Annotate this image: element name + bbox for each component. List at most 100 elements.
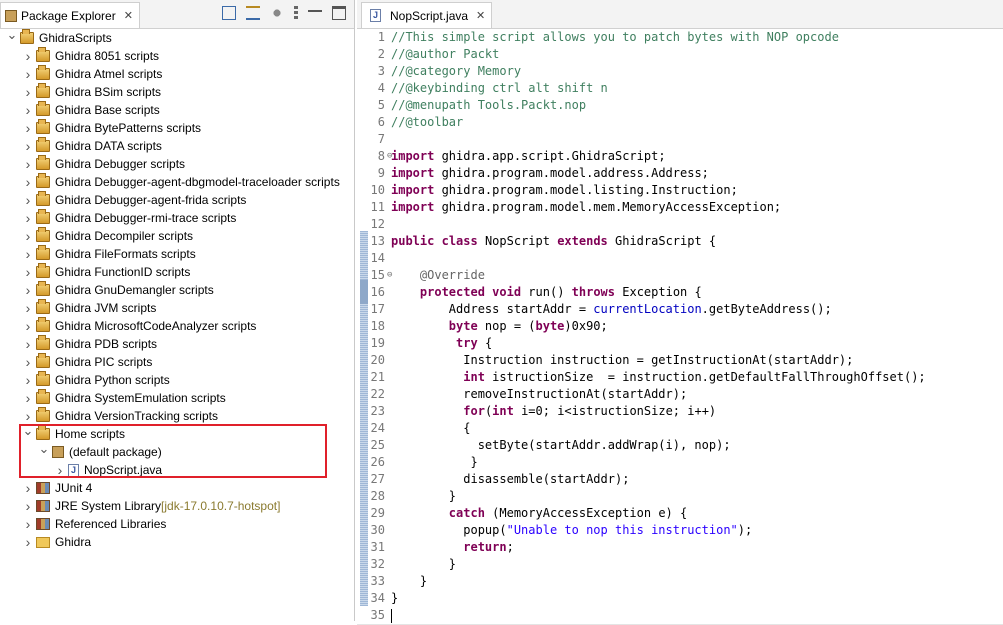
chevron-right-icon[interactable]: › <box>22 245 34 263</box>
chevron-down-icon[interactable]: ⌄ <box>6 26 18 44</box>
fold-collapse-icon[interactable]: ⊖ <box>387 267 392 284</box>
chevron-right-icon[interactable]: › <box>22 227 34 245</box>
code-line[interactable]: 16 protected void run() throws Exception… <box>357 284 1003 301</box>
tree-item[interactable]: › Ghidra DATA scripts <box>0 137 354 155</box>
tree-item[interactable]: › Ghidra BytePatterns scripts <box>0 119 354 137</box>
collapse-all-icon[interactable] <box>222 6 236 20</box>
code-line[interactable]: 19 try { <box>357 335 1003 352</box>
code-line[interactable]: 3 //@category Memory <box>357 63 1003 80</box>
tree-item[interactable]: ⌄ GhidraScripts <box>0 26 354 47</box>
code-line[interactable]: 8 ⊖ import ghidra.app.script.GhidraScript; <box>357 148 1003 165</box>
tree-item[interactable]: › Ghidra Base scripts <box>0 101 354 119</box>
chevron-right-icon[interactable]: › <box>22 83 34 101</box>
code-line[interactable]: 30 popup("Unable to nop this instruction… <box>357 522 1003 539</box>
code-line[interactable]: 29 catch (MemoryAccessException e) { <box>357 505 1003 522</box>
tree-item[interactable]: › Ghidra Debugger scripts <box>0 155 354 173</box>
tree-item[interactable]: › JRE System Library [jdk-17.0.10.7-hotsp… <box>0 497 354 515</box>
chevron-right-icon[interactable]: › <box>22 101 34 119</box>
tree-item[interactable]: › Ghidra 8051 scripts <box>0 47 354 65</box>
chevron-right-icon[interactable]: › <box>22 389 34 407</box>
code-line[interactable]: 26 } <box>357 454 1003 471</box>
chevron-right-icon[interactable]: › <box>22 479 34 497</box>
close-icon[interactable]: ✕ <box>476 9 485 22</box>
tree-item[interactable]: › Ghidra <box>0 533 354 551</box>
chevron-right-icon[interactable]: › <box>22 335 34 353</box>
tree-item[interactable]: › Ghidra FunctionID scripts <box>0 263 354 281</box>
package-explorer-tab[interactable]: Package Explorer ✕ <box>0 2 140 28</box>
chevron-right-icon[interactable]: › <box>22 173 34 191</box>
chevron-right-icon[interactable]: › <box>22 497 34 515</box>
chevron-right-icon[interactable]: › <box>22 299 34 317</box>
close-icon[interactable]: ✕ <box>124 9 133 22</box>
tree-item[interactable]: › Ghidra Debugger-agent-frida scripts <box>0 191 354 209</box>
tree-item[interactable]: › JUnit 4 <box>0 479 354 497</box>
tree-item[interactable]: › Ghidra Atmel scripts <box>0 65 354 83</box>
chevron-right-icon[interactable]: › <box>22 65 34 83</box>
code-line[interactable]: 22 removeInstructionAt(startAddr); <box>357 386 1003 403</box>
chevron-right-icon[interactable]: › <box>22 533 34 551</box>
code-area[interactable]: 1 //This simple script allows you to patc… <box>357 29 1003 625</box>
code-line[interactable]: 33 } <box>357 573 1003 590</box>
code-line[interactable]: 31 return; <box>357 539 1003 556</box>
chevron-right-icon[interactable]: › <box>22 317 34 335</box>
tree-item[interactable]: › Ghidra Debugger-agent-dbgmodel-traceloa… <box>0 173 354 191</box>
code-line[interactable]: 35 <box>357 607 1003 625</box>
chevron-right-icon[interactable]: › <box>22 191 34 209</box>
tree-item[interactable]: › Ghidra Python scripts <box>0 371 354 389</box>
code-line[interactable]: 5 //@menupath Tools.Packt.nop <box>357 97 1003 114</box>
maximize-icon[interactable] <box>332 6 346 20</box>
tree-item[interactable]: › Ghidra FileFormats scripts <box>0 245 354 263</box>
fold-collapse-icon[interactable]: ⊖ <box>387 148 392 165</box>
code-line[interactable]: 12 <box>357 216 1003 233</box>
code-line[interactable]: 23 for(int i=0; i<istructionSize; i++) <box>357 403 1003 420</box>
tree-item[interactable]: › Ghidra VersionTracking scripts <box>0 407 354 425</box>
code-line[interactable]: 21 int istructionSize = instruction.getD… <box>357 369 1003 386</box>
tree-item[interactable]: › Referenced Libraries <box>0 515 354 533</box>
chevron-right-icon[interactable]: › <box>22 137 34 155</box>
code-line[interactable]: 7 <box>357 131 1003 148</box>
chevron-right-icon[interactable]: › <box>22 353 34 371</box>
chevron-right-icon[interactable]: › <box>22 281 34 299</box>
code-line[interactable]: 28 } <box>357 488 1003 505</box>
code-line[interactable]: 11 import ghidra.program.model.mem.Memory… <box>357 199 1003 216</box>
code-line[interactable]: 15 ⊖ @Override <box>357 267 1003 284</box>
code-line[interactable]: 17 Address startAddr = currentLocation.g… <box>357 301 1003 318</box>
code-line[interactable]: 18 byte nop = (byte)0x90; <box>357 318 1003 335</box>
code-line[interactable]: 25 setByte(startAddr.addWrap(i), nop); <box>357 437 1003 454</box>
tree-item[interactable]: › Ghidra Debugger-rmi-trace scripts <box>0 209 354 227</box>
tree-item[interactable]: › Ghidra PIC scripts <box>0 353 354 371</box>
tree-item[interactable]: › Ghidra GnuDemangler scripts <box>0 281 354 299</box>
code-line[interactable]: 34} <box>357 590 1003 607</box>
code-line[interactable]: 13 public class NopScript extends GhidraS… <box>357 233 1003 250</box>
tree-item[interactable]: › Ghidra SystemEmulation scripts <box>0 389 354 407</box>
link-with-editor-icon[interactable] <box>246 6 260 20</box>
chevron-right-icon[interactable]: › <box>22 155 34 173</box>
code-line[interactable]: 10 import ghidra.program.model.listing.In… <box>357 182 1003 199</box>
chevron-right-icon[interactable]: › <box>22 515 34 533</box>
code-line[interactable]: 1 //This simple script allows you to patc… <box>357 29 1003 46</box>
code-line[interactable]: 27 disassemble(startAddr); <box>357 471 1003 488</box>
chevron-right-icon[interactable]: › <box>22 47 34 65</box>
code-line[interactable]: 9 import ghidra.program.model.address.Add… <box>357 165 1003 182</box>
chevron-right-icon[interactable]: › <box>22 119 34 137</box>
tree-item[interactable]: › Ghidra BSim scripts <box>0 83 354 101</box>
tree-item[interactable]: › Ghidra JVM scripts <box>0 299 354 317</box>
code-line[interactable]: 20 Instruction instruction = getInstruct… <box>357 352 1003 369</box>
tree-item[interactable]: › Ghidra PDB scripts <box>0 335 354 353</box>
chevron-right-icon[interactable]: › <box>22 263 34 281</box>
code-line[interactable]: 6 //@toolbar <box>357 114 1003 131</box>
tree-item[interactable]: › Ghidra Decompiler scripts <box>0 227 354 245</box>
code-line[interactable]: 2 //@author Packt <box>357 46 1003 63</box>
minimize-icon[interactable] <box>308 10 322 14</box>
tree-item[interactable]: › Ghidra MicrosoftCodeAnalyzer scripts <box>0 317 354 335</box>
editor-tab-nopscript[interactable]: J NopScript.java ✕ <box>361 2 493 28</box>
code-line[interactable]: 24 { <box>357 420 1003 437</box>
code-line[interactable]: 32 } <box>357 556 1003 573</box>
code-line[interactable]: 4 //@keybinding ctrl alt shift n <box>357 80 1003 97</box>
filter-icon[interactable] <box>270 6 284 20</box>
code-text: disassemble(startAddr); <box>391 472 630 486</box>
chevron-right-icon[interactable]: › <box>22 371 34 389</box>
view-menu-icon[interactable] <box>294 6 298 20</box>
code-line[interactable]: 14 <box>357 250 1003 267</box>
chevron-right-icon[interactable]: › <box>22 209 34 227</box>
